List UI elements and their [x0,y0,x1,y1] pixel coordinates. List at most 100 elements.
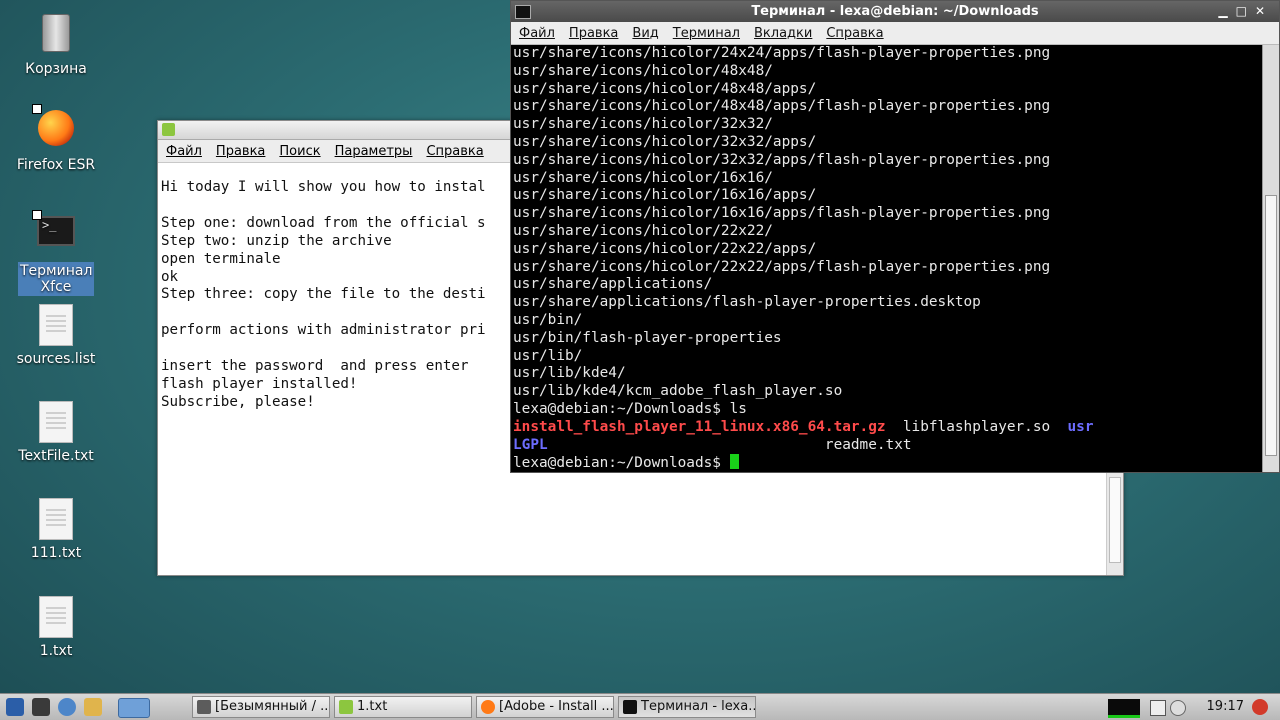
desktop-icon-trash[interactable]: Корзина [8,12,104,78]
task-label: Терминал - lexa... [641,699,756,714]
terminal-menu-view[interactable]: Вид [632,26,658,41]
shortcut-badge-icon [32,104,42,114]
editor-menu-edit[interactable]: Правка [216,144,265,159]
terminal-launcher-icon[interactable] [32,698,50,716]
terminal-line: usr/share/icons/hicolor/16x16/ [513,169,773,186]
clock[interactable]: 19:17 [1207,694,1244,720]
text-file-icon [39,596,73,638]
desktop-icon-label: 1.txt [39,643,73,659]
network-icon[interactable] [1170,700,1186,716]
task-label: [Adobe - Install ... [499,699,614,714]
terminal-line: lexa@debian:~/Downloads$ ls [513,400,747,417]
desktop-icon-label: sources.list [16,351,96,367]
taskbar: [Безымянный / ... 1.txt [Adobe - Install… [0,693,1280,720]
terminal-line: usr/bin/flash-player-properties [513,329,782,346]
terminal-line: usr/lib/kde4/ [513,365,626,382]
terminal-line: usr/share/icons/hicolor/48x48/apps/flash… [513,98,1051,115]
terminal-prompt-line[interactable]: lexa@debian:~/Downloads$ [513,454,1261,472]
maximize-icon[interactable]: □ [1236,4,1255,18]
terminal-line: usr/share/icons/hicolor/32x32/apps/ [513,133,817,150]
editor-scrollbar[interactable] [1106,473,1123,575]
terminal-line: usr/lib/kde4/kcm_adobe_flash_player.so [513,383,843,400]
editor-menu-help[interactable]: Справка [426,144,483,159]
window-controls: ▁□✕ [1218,1,1273,22]
ls-file-entry: libflashplayer.so [885,418,1068,435]
terminal-line: usr/share/applications/ [513,276,713,293]
terminal-scroll-thumb[interactable] [1265,195,1277,456]
terminal-menu-file[interactable]: Файл [519,26,555,41]
clipboard-icon[interactable] [1150,700,1166,716]
taskbar-task-editor[interactable]: [Безымянный / ... [192,696,330,718]
desktop-icon-textfile[interactable]: TextFile.txt [8,401,104,465]
terminal-line: usr/share/icons/hicolor/22x22/ [513,222,773,239]
ls-file-entry: readme.txt [824,436,912,453]
terminal-menubar: Файл Правка Вид Терминал Вкладки Справка [511,22,1279,45]
ls-dir-entry: LGPL [513,436,548,453]
firefox-icon [481,700,495,714]
terminal-scrollbar[interactable] [1262,45,1279,472]
cpu-graph-widget[interactable] [1108,699,1140,718]
terminal-prompt: lexa@debian:~/Downloads$ [513,455,730,472]
desktop-icon-1-txt[interactable]: 1.txt [8,596,104,660]
desktop-icon-label: 111.txt [30,545,82,561]
desktop-icon-label: Firefox ESR [16,157,96,173]
terminal-line: usr/share/icons/hicolor/32x32/ [513,116,773,133]
task-label: [Безымянный / ... [215,699,330,714]
browser-launcher-icon[interactable] [58,698,76,716]
desktop-icon-firefox[interactable]: Firefox ESR [8,104,104,174]
terminal-titlebar[interactable]: Терминал - lexa@debian: ~/Downloads ▁□✕ [511,1,1279,22]
editor-menu-search[interactable]: Поиск [279,144,320,159]
desktop-icon-sources-list[interactable]: sources.list [8,304,104,368]
terminal-menu-edit[interactable]: Правка [569,26,618,41]
terminal-menu-tabs[interactable]: Вкладки [754,26,812,41]
task-label: 1.txt [357,699,388,714]
terminal-window: Терминал - lexa@debian: ~/Downloads ▁□✕ … [510,0,1280,473]
terminal-line: usr/share/icons/hicolor/22x22/apps/flash… [513,258,1051,275]
editor-task-icon [197,700,211,714]
terminal-menu-terminal[interactable]: Терминал [673,26,740,41]
taskbar-task-1-txt[interactable]: 1.txt [334,696,472,718]
text-file-icon [39,304,73,346]
terminal-line: usr/share/icons/hicolor/24x24/apps/flash… [513,45,1051,61]
terminal-line: usr/share/icons/hicolor/48x48/apps/ [513,80,817,97]
terminal-icon [623,700,637,714]
terminal-title: Терминал - lexa@debian: ~/Downloads [751,4,1039,19]
editor-menu-options[interactable]: Параметры [335,144,413,159]
desktop-icon-label: Терминал Xfce [18,262,94,296]
desktop-icon-label: Корзина [25,61,87,77]
power-icon[interactable] [1252,699,1268,715]
terminal-icon: >_ [37,216,75,246]
desktop-icon-label: TextFile.txt [18,448,94,464]
taskbar-task-firefox[interactable]: [Adobe - Install ... [476,696,614,718]
ls-output-line-1: install_flash_player_11_linux.x86_64.tar… [513,419,1261,437]
terminal-line: usr/share/applications/flash-player-prop… [513,294,981,311]
terminal-line: usr/share/icons/hicolor/16x16/apps/ [513,187,817,204]
workspace-switcher[interactable] [118,698,150,718]
file-manager-launcher-icon[interactable] [84,698,102,716]
minimize-icon[interactable]: ▁ [1218,4,1235,18]
desktop-icon-111-txt[interactable]: 111.txt [8,498,104,562]
close-icon[interactable]: ✕ [1255,4,1273,18]
terminal-output[interactable]: usr/share/icons/hicolor/24x24/apps/flash… [513,45,1261,472]
terminal-line: usr/share/icons/hicolor/48x48/ [513,62,773,79]
ls-archive-entry: install_flash_player_11_linux.x86_64.tar… [513,418,886,435]
desktop-icon-terminal[interactable]: >_ Терминал Xfce [8,210,104,296]
editor-scroll-thumb[interactable] [1109,477,1121,563]
shortcut-badge-icon [32,210,42,220]
trash-icon [42,14,70,52]
applications-menu-icon[interactable] [6,698,24,716]
terminal-line: usr/share/icons/hicolor/16x16/apps/flash… [513,205,1051,222]
editor-menu-file[interactable]: Файл [166,144,202,159]
text-file-icon [39,498,73,540]
terminal-icon [515,5,531,19]
terminal-line: usr/share/icons/hicolor/32x32/apps/flash… [513,151,1051,168]
ls-output-line-2: LGPL readme.txt [513,437,1261,455]
text-file-icon [39,401,73,443]
terminal-cursor [729,454,739,470]
ls-dir-entry: usr [1067,418,1094,435]
firefox-icon [38,110,74,146]
terminal-line: usr/bin/ [513,311,583,328]
terminal-menu-help[interactable]: Справка [826,26,883,41]
taskbar-task-terminal[interactable]: Терминал - lexa... [618,696,756,718]
leafpad-icon [339,700,353,714]
